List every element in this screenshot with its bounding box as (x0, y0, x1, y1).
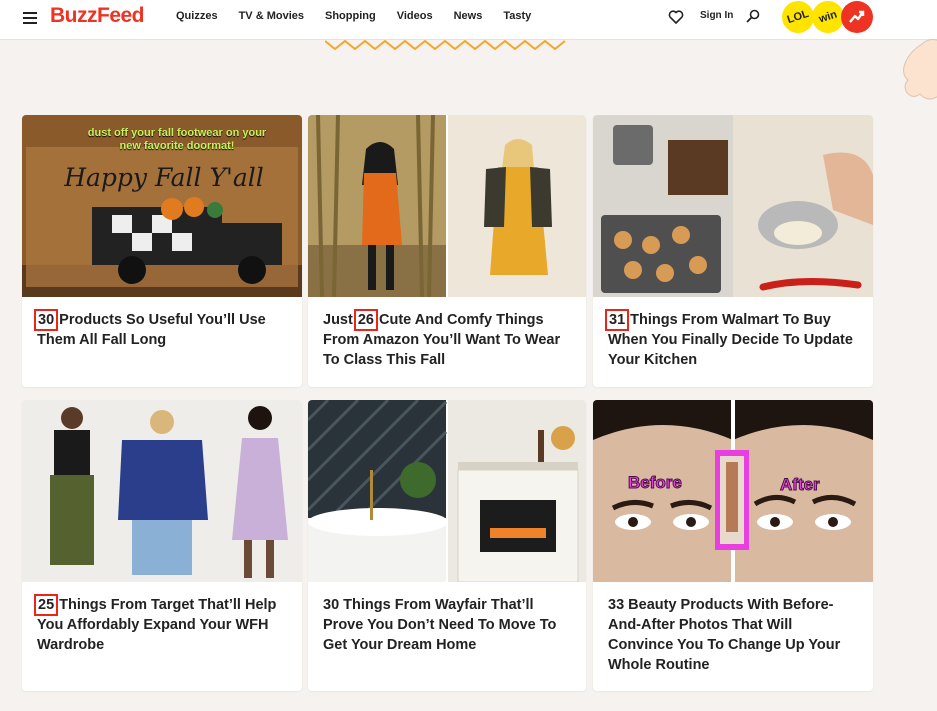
doormat-text: Happy Fall Y'all (64, 163, 264, 192)
article-thumbnail[interactable] (22, 400, 302, 582)
highlighted-number: 30 (33, 309, 59, 331)
caption-line-2: new favorite doormat! (119, 140, 235, 152)
after-label: After (780, 475, 821, 495)
article-thumbnail[interactable] (593, 115, 873, 297)
nav-news[interactable]: News (454, 10, 483, 22)
article-card[interactable]: Just 26 Cute And Comfy Things From Amazo… (308, 115, 586, 387)
heart-icon[interactable] (668, 9, 684, 25)
hamburger-menu-icon[interactable] (23, 12, 37, 24)
sign-in-link[interactable]: Sign In (700, 10, 733, 21)
title-text: Things From Target That’ll Help You Affo… (37, 597, 277, 653)
main-nav: Quizzes TV & Movies Shopping Videos News… (176, 10, 552, 22)
article-title[interactable]: 33 Beauty Products With Before-And-After… (608, 595, 861, 675)
highlighted-number: 31 (604, 309, 630, 331)
caption-line-1: dust off your fall footwear on your (87, 127, 267, 139)
article-title[interactable]: Just 26 Cute And Comfy Things From Amazo… (323, 309, 574, 370)
article-card[interactable]: Before After 33 Beauty Products With Bef… (593, 400, 873, 691)
article-title[interactable]: 30 Products So Useful You’ll Use Them Al… (33, 309, 290, 350)
title-text: Just (323, 312, 357, 328)
title-text: Things From Walmart To Buy When You Fina… (608, 312, 853, 368)
highlighted-number: 26 (353, 309, 379, 331)
article-thumbnail[interactable] (308, 115, 586, 297)
article-title[interactable]: 31 Things From Walmart To Buy When You F… (604, 309, 861, 370)
before-label: Before (628, 473, 683, 493)
article-card[interactable]: dust off your fall footwear on your new … (22, 115, 302, 387)
search-icon[interactable] (746, 9, 760, 23)
decorative-zigzag (325, 40, 566, 50)
trending-badge[interactable] (841, 1, 873, 33)
nav-tasty[interactable]: Tasty (503, 10, 531, 22)
nav-tv-movies[interactable]: TV & Movies (239, 10, 304, 22)
article-card[interactable]: 30 Things From Wayfair That’ll Prove You… (308, 400, 586, 691)
decorative-cloud (903, 39, 937, 100)
article-title[interactable]: 30 Things From Wayfair That’ll Prove You… (323, 595, 574, 655)
title-text: Products So Useful You’ll Use Them All F… (37, 312, 266, 348)
trending-arrow-icon (849, 10, 865, 23)
article-thumbnail[interactable] (308, 400, 586, 582)
nav-shopping[interactable]: Shopping (325, 10, 376, 22)
nav-videos[interactable]: Videos (397, 10, 433, 22)
highlighted-number: 25 (33, 594, 59, 616)
article-title[interactable]: 25 Things From Target That’ll Help You A… (33, 594, 290, 655)
thumbnail-caption: dust off your fall footwear on your new … (62, 127, 292, 153)
nav-quizzes[interactable]: Quizzes (176, 10, 218, 22)
top-navbar: BuzzFeed Quizzes TV & Movies Shopping Vi… (0, 0, 937, 40)
buzzfeed-logo[interactable]: BuzzFeed (50, 4, 145, 28)
article-card[interactable]: 31 Things From Walmart To Buy When You F… (593, 115, 873, 387)
article-card[interactable]: 25 Things From Target That’ll Help You A… (22, 400, 302, 691)
